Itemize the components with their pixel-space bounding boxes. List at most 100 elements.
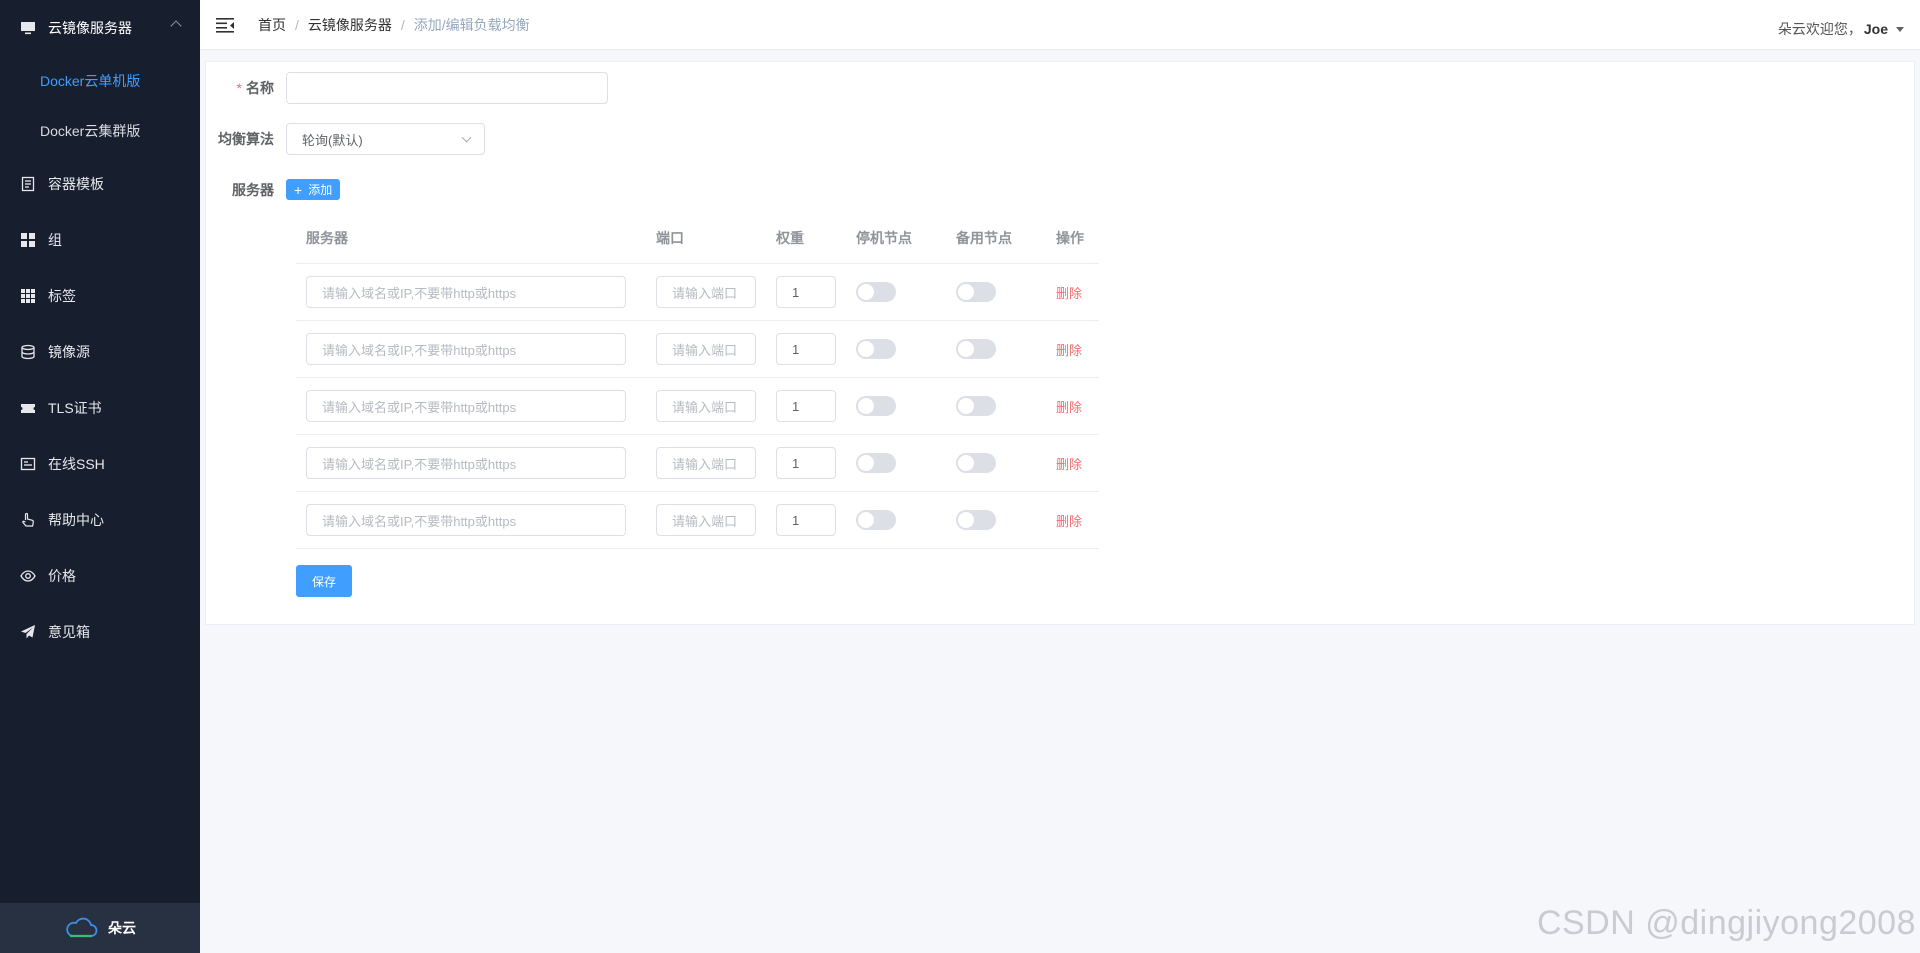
weight-value: 1	[792, 341, 800, 357]
sidebar-item-image-source[interactable]: 镜像源	[0, 324, 200, 380]
sidebar-item-help-center[interactable]: 帮助中心	[0, 492, 200, 548]
add-server-button[interactable]: + 添加	[286, 179, 341, 200]
weight-input[interactable]: 1	[776, 276, 836, 308]
table-icon	[20, 288, 36, 304]
algorithm-select[interactable]: 轮询(默认)	[286, 123, 485, 155]
sidebar-item-label: 价格	[48, 568, 76, 584]
down-node-switch[interactable]	[856, 453, 896, 473]
port-input[interactable]: 请输入端口	[656, 276, 756, 308]
weight-value: 1	[792, 398, 800, 414]
brand-name: 朵云	[108, 920, 136, 936]
breadcrumb-separator: /	[400, 16, 405, 33]
servers-table: 服务器 端口 权重 停机节点 备用节点 操作 请输入域名或IP,不要带http或…	[296, 212, 1099, 549]
backup-node-switch[interactable]	[956, 453, 996, 473]
port-input[interactable]: 请输入端口	[656, 504, 756, 536]
sidebar-item-price[interactable]: 价格	[0, 548, 200, 604]
delete-row-link[interactable]: 删除	[1056, 514, 1082, 529]
sidebar-item-feedback[interactable]: 意见箱	[0, 604, 200, 660]
delete-row-link[interactable]: 删除	[1056, 343, 1082, 358]
column-header-backup-node: 备用节点	[956, 229, 1012, 246]
column-header-weight: 权重	[776, 229, 804, 246]
ticket-icon	[20, 400, 36, 416]
sidebar: 云镜像服务器 Docker云单机版 Docker云集群版 容器模板 组 标签 镜…	[0, 0, 200, 953]
sidebar-item-label: 帮助中心	[48, 512, 104, 528]
sidebar-item-label: 标签	[48, 288, 76, 304]
port-placeholder: 请输入端口	[672, 399, 738, 415]
backup-node-switch[interactable]	[956, 396, 996, 416]
sidebar-item-label: 镜像源	[48, 344, 90, 360]
database-icon	[20, 344, 36, 360]
sidebar-item-tls-cert[interactable]: TLS证书	[0, 380, 200, 436]
name-form-row: * 名称	[206, 72, 608, 104]
weight-value: 1	[792, 512, 800, 528]
table-row: 请输入域名或IP,不要带http或https 请输入端口 1 删除	[296, 492, 1099, 549]
delete-row-link[interactable]: 删除	[1056, 286, 1082, 301]
chevron-down-icon	[461, 132, 472, 143]
down-node-switch[interactable]	[856, 339, 896, 359]
sidebar-item-label: 组	[48, 232, 62, 248]
port-placeholder: 请输入端口	[672, 285, 738, 301]
sidebar-toggle-icon[interactable]	[216, 17, 234, 33]
column-header-action: 操作	[1056, 229, 1084, 246]
pointer-hand-icon	[20, 512, 36, 528]
server-address-input[interactable]: 请输入域名或IP,不要带http或https	[306, 276, 626, 308]
server-address-input[interactable]: 请输入域名或IP,不要带http或https	[306, 333, 626, 365]
terminal-card-icon	[20, 456, 36, 472]
delete-row-link[interactable]: 删除	[1056, 457, 1082, 472]
server-address-input[interactable]: 请输入域名或IP,不要带http或https	[306, 504, 626, 536]
grid-icon	[20, 232, 36, 248]
down-node-switch[interactable]	[856, 396, 896, 416]
table-row: 请输入域名或IP,不要带http或https 请输入端口 1 删除	[296, 264, 1099, 321]
save-button[interactable]: 保存	[296, 565, 352, 597]
down-node-switch[interactable]	[856, 282, 896, 302]
sidebar-item-label: 容器模板	[48, 176, 104, 192]
monitor-icon	[20, 20, 36, 36]
chevron-up-icon[interactable]	[170, 20, 182, 32]
backup-node-switch[interactable]	[956, 510, 996, 530]
submenu-item-label: Docker云集群版	[40, 123, 141, 139]
menu-group-cloud-mirror-server[interactable]: 云镜像服务器	[0, 0, 200, 56]
column-header-server: 服务器	[306, 229, 348, 246]
submenu-item-docker-single[interactable]: Docker云单机版	[0, 56, 200, 106]
sidebar-item-tags[interactable]: 标签	[0, 268, 200, 324]
server-address-placeholder: 请输入域名或IP,不要带http或https	[322, 342, 517, 358]
breadcrumb-home[interactable]: 首页	[258, 15, 286, 35]
submenu-item-docker-cluster[interactable]: Docker云集群版	[0, 106, 200, 156]
weight-input[interactable]: 1	[776, 447, 836, 479]
sidebar-item-online-ssh[interactable]: 在线SSH	[0, 436, 200, 492]
weight-input[interactable]: 1	[776, 504, 836, 536]
watermark: CSDN @dingjiyong2008	[1536, 904, 1916, 942]
port-placeholder: 请输入端口	[672, 342, 738, 358]
weight-input[interactable]: 1	[776, 333, 836, 365]
server-address-input[interactable]: 请输入域名或IP,不要带http或https	[306, 447, 626, 479]
backup-node-switch[interactable]	[956, 282, 996, 302]
algorithm-label: 均衡算法	[218, 131, 274, 147]
user-menu[interactable]: 朵云欢迎您， Joe	[1778, 0, 1904, 58]
breadcrumb: 首页 / 云镜像服务器 / 添加/编辑负载均衡	[258, 15, 530, 35]
server-address-placeholder: 请输入域名或IP,不要带http或https	[322, 285, 517, 301]
caret-down-icon[interactable]	[1896, 26, 1904, 32]
port-input[interactable]: 请输入端口	[656, 333, 756, 365]
sidebar-item-container-template[interactable]: 容器模板	[0, 156, 200, 212]
breadcrumb-cloud-mirror[interactable]: 云镜像服务器	[308, 15, 392, 35]
eye-icon	[20, 568, 36, 584]
name-input[interactable]	[286, 72, 608, 104]
server-address-input[interactable]: 请输入域名或IP,不要带http或https	[306, 390, 626, 422]
weight-value: 1	[792, 455, 800, 471]
algorithm-select-value: 轮询(默认)	[302, 132, 363, 148]
submenu-item-label: Docker云单机版	[40, 73, 141, 89]
server-address-placeholder: 请输入域名或IP,不要带http或https	[322, 399, 517, 415]
table-row: 请输入域名或IP,不要带http或https 请输入端口 1 删除	[296, 321, 1099, 378]
down-node-switch[interactable]	[856, 510, 896, 530]
servers-label: 服务器	[232, 181, 274, 198]
delete-row-link[interactable]: 删除	[1056, 400, 1082, 415]
sidebar-item-group[interactable]: 组	[0, 212, 200, 268]
sidebar-item-label: 在线SSH	[48, 456, 105, 472]
port-input[interactable]: 请输入端口	[656, 390, 756, 422]
weight-input[interactable]: 1	[776, 390, 836, 422]
plus-icon: +	[294, 181, 303, 198]
algorithm-form-row: 均衡算法 轮询(默认)	[206, 123, 485, 155]
backup-node-switch[interactable]	[956, 339, 996, 359]
port-input[interactable]: 请输入端口	[656, 447, 756, 479]
server-address-placeholder: 请输入域名或IP,不要带http或https	[322, 513, 517, 529]
